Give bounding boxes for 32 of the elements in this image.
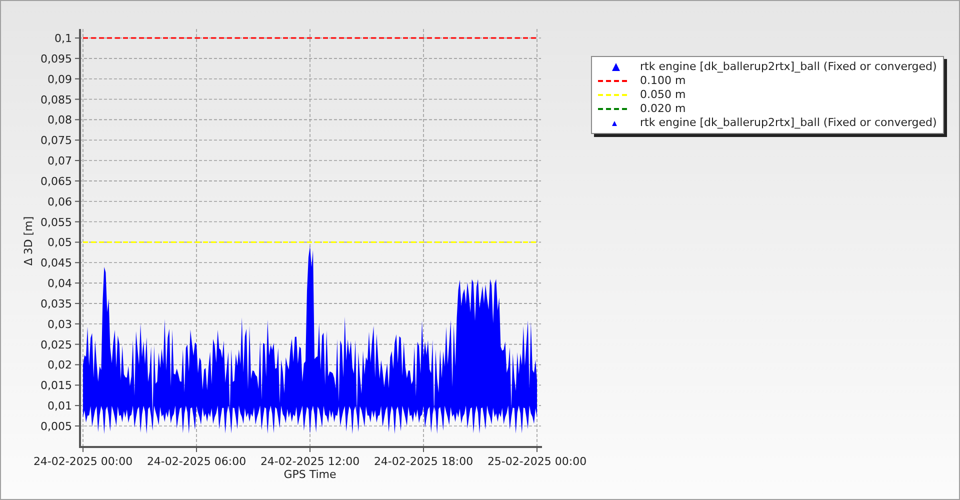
legend-label: rtk engine [dk_ballerup2rtx]_ball (Fixed or converged) xyxy=(640,114,937,131)
x-tick-label: 24-02-2025 00:00 xyxy=(33,455,133,468)
y-tick-label: 0,02 xyxy=(48,358,72,372)
y-tick-label: 0,085 xyxy=(40,93,72,106)
y-tick-label: 0,025 xyxy=(40,338,72,352)
y-tick-label: 0,005 xyxy=(40,420,72,433)
legend-label: 0.050 m xyxy=(640,86,686,103)
x-tick-label: 24-02-2025 18:00 xyxy=(374,455,474,468)
y-tick-label: 0,09 xyxy=(48,72,72,86)
y-tick-label: 0,015 xyxy=(40,379,72,392)
legend-label: 0.100 m xyxy=(640,72,686,89)
y-tick-label: 0,075 xyxy=(40,134,72,148)
y-tick-label: 0,08 xyxy=(48,114,72,127)
y-tick-label: 0,045 xyxy=(40,256,72,270)
y-axis-title: Δ 3D [m] xyxy=(22,216,35,266)
x-tick-label: 24-02-2025 06:00 xyxy=(146,455,246,468)
y-tick-label: 0,03 xyxy=(48,318,72,331)
legend-label: 0.020 m xyxy=(640,100,686,117)
y-tick-label: 0,01 xyxy=(48,400,72,413)
y-tick-label: 0,035 xyxy=(40,297,72,310)
x-tick-label: 24-02-2025 12:00 xyxy=(260,455,360,468)
y-tick-label: 0,07 xyxy=(48,154,72,168)
x-axis-title: GPS Time xyxy=(284,468,336,481)
x-tick-label: 25-02-2025 00:00 xyxy=(487,455,587,468)
y-tick-label: 0,095 xyxy=(40,52,72,66)
legend-label: rtk engine [dk_ballerup2rtx]_ball (Fixed or converged) xyxy=(640,58,937,75)
y-tick-label: 0,05 xyxy=(48,236,72,250)
y-tick-label: 0,1 xyxy=(54,32,72,45)
y-tick-label: 0,04 xyxy=(48,277,72,290)
y-tick-label: 0,055 xyxy=(40,216,72,229)
y-tick-label: 0,065 xyxy=(40,174,72,188)
y-tick-label: 0,06 xyxy=(48,195,72,208)
